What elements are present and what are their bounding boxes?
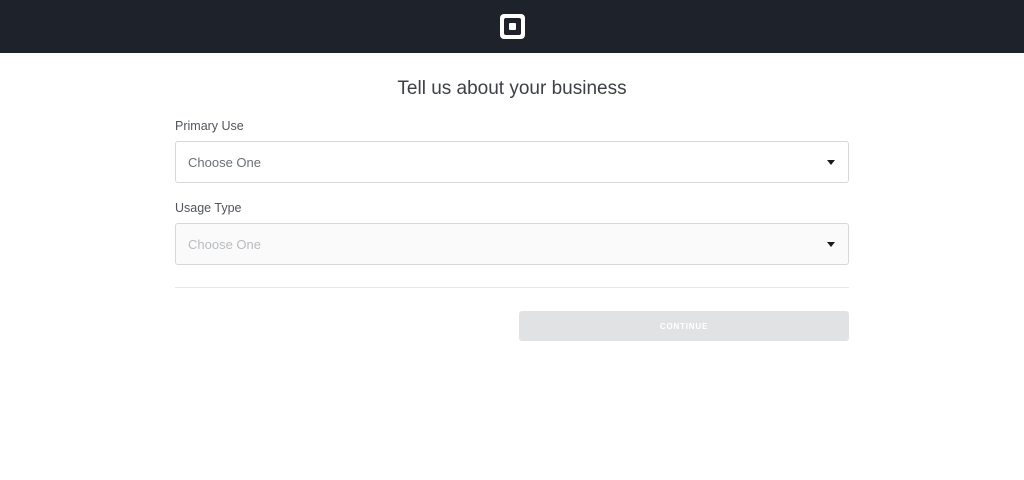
usage-type-value: Choose One <box>188 236 261 252</box>
form-actions: CONTINUE <box>175 311 849 341</box>
primary-use-value: Choose One <box>188 154 261 170</box>
primary-use-select[interactable]: Choose One <box>175 141 849 183</box>
usage-type-label: Usage Type <box>175 201 242 215</box>
form-divider <box>175 287 849 288</box>
square-logo-icon[interactable] <box>499 14 525 39</box>
primary-use-label: Primary Use <box>175 119 244 133</box>
usage-type-select[interactable]: Choose One <box>175 223 849 265</box>
business-form: Tell us about your business Primary Use … <box>175 53 849 341</box>
page-title: Tell us about your business <box>397 78 627 99</box>
caret-down-icon <box>827 241 835 247</box>
continue-button[interactable]: CONTINUE <box>519 311 849 341</box>
top-bar <box>0 0 1024 53</box>
caret-down-icon <box>827 159 835 165</box>
